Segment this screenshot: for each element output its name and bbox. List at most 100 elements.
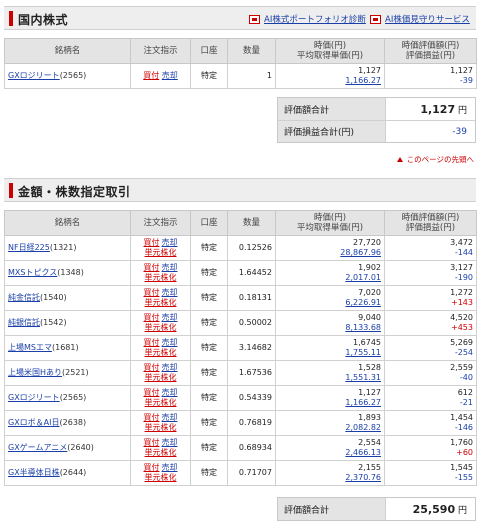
domestic-summary: 評価額合計 1,127 円 評価損益合計(円) -39 bbox=[277, 97, 476, 143]
stock-link[interactable]: 純金信託 bbox=[8, 293, 40, 302]
unit-share-link[interactable]: 単元株化 bbox=[145, 423, 177, 432]
avg-price-link[interactable]: 1,755.11 bbox=[279, 348, 381, 358]
sell-link[interactable]: 売却 bbox=[162, 238, 178, 247]
total-value: 1,127 bbox=[420, 102, 456, 116]
table-row: 純金信託(1540) 買付 売却 単元株化 特定 0.18131 7,020 6,226.91… bbox=[4, 285, 477, 311]
buy-link[interactable]: 買付 bbox=[144, 238, 160, 247]
sell-link[interactable]: 売却 bbox=[162, 388, 178, 397]
ai-watch-link[interactable]: AI株価見守りサービス bbox=[370, 13, 470, 25]
stock-name-cell: 上場米国Hあり(2521) bbox=[4, 360, 131, 386]
account-cell: 特定 bbox=[190, 235, 228, 261]
unit-share-link[interactable]: 単元株化 bbox=[145, 373, 177, 382]
stock-name-cell: NF日経225(1321) bbox=[4, 235, 131, 261]
unit-share-link[interactable]: 単元株化 bbox=[145, 448, 177, 457]
buy-link[interactable]: 買付 bbox=[144, 263, 160, 272]
buy-link[interactable]: 買付 bbox=[144, 313, 160, 322]
pl-total-label: 評価損益合計(円) bbox=[278, 121, 386, 142]
avg-price-link[interactable]: 28,867.96 bbox=[279, 248, 381, 258]
avg-price-link[interactable]: 2,370.76 bbox=[279, 473, 381, 483]
stock-link[interactable]: MXSトピクス bbox=[8, 268, 57, 277]
pl-value: -144 bbox=[454, 248, 473, 257]
buy-link[interactable]: 買付 bbox=[144, 288, 160, 297]
order-cell: 買付 売却 単元株化 bbox=[130, 335, 191, 361]
account-cell: 特定 bbox=[190, 335, 228, 361]
value-cell: 1,454 -146 bbox=[384, 410, 477, 436]
value-cell: 1,545 -155 bbox=[384, 460, 477, 486]
col-account: 口座 bbox=[190, 210, 228, 236]
stock-name-cell: 純銀信託(1542) bbox=[4, 310, 131, 336]
sell-link[interactable]: 売却 bbox=[162, 288, 178, 297]
col-price-avg: 時価(円) 平均取得単価(円) bbox=[275, 38, 385, 64]
price-cell: 1,6745 1,755.11 bbox=[275, 335, 385, 361]
table-row: 純銀信託(1542) 買付 売却 単元株化 特定 0.50002 9,040 8,133.68… bbox=[4, 310, 477, 336]
buy-link[interactable]: 買付 bbox=[143, 71, 159, 80]
page-top-link[interactable]: このページの先頭へ bbox=[397, 154, 474, 165]
stock-link[interactable]: GXロジリート bbox=[8, 71, 60, 80]
unit-share-link[interactable]: 単元株化 bbox=[145, 348, 177, 357]
order-cell: 買付 売却 単元株化 bbox=[130, 310, 191, 336]
stock-link[interactable]: 上場米国Hあり bbox=[8, 368, 62, 377]
account-cell: 特定 bbox=[190, 260, 228, 286]
total-label: 評価額合計 bbox=[278, 498, 386, 520]
unit-share-link[interactable]: 単元株化 bbox=[145, 473, 177, 482]
window-icon bbox=[249, 14, 260, 24]
value-cell: 5,269 -254 bbox=[384, 335, 477, 361]
avg-price-link[interactable]: 2,466.13 bbox=[279, 448, 381, 458]
sell-link[interactable]: 売却 bbox=[162, 363, 178, 372]
sell-link[interactable]: 売却 bbox=[162, 463, 178, 472]
fund-section-header: 金額・株数指定取引 bbox=[4, 178, 476, 202]
table-row: MXSトピクス(1348) 買付 売却 単元株化 特定 1.64452 1,902 2,017… bbox=[4, 260, 477, 286]
unit-share-link[interactable]: 単元株化 bbox=[145, 398, 177, 407]
pl-value: -155 bbox=[454, 473, 473, 482]
avg-price-link[interactable]: 2,017.01 bbox=[279, 273, 381, 283]
sell-link[interactable]: 売却 bbox=[162, 338, 178, 347]
avg-price-link[interactable]: 6,226.91 bbox=[279, 298, 381, 308]
stock-link[interactable]: NF日経225 bbox=[8, 243, 50, 252]
price-cell: 1,528 1,551.31 bbox=[275, 360, 385, 386]
buy-link[interactable]: 買付 bbox=[144, 363, 160, 372]
avg-price-link[interactable]: 1,166.27 bbox=[279, 76, 381, 86]
col-order: 注文指示 bbox=[130, 210, 191, 236]
col-account: 口座 bbox=[190, 38, 228, 64]
qty-cell: 3.14682 bbox=[227, 335, 276, 361]
pl-value: +143 bbox=[451, 298, 473, 307]
sell-link[interactable]: 売却 bbox=[162, 71, 178, 80]
unit-share-link[interactable]: 単元株化 bbox=[145, 273, 177, 282]
buy-link[interactable]: 買付 bbox=[144, 438, 160, 447]
sell-link[interactable]: 売却 bbox=[162, 413, 178, 422]
order-cell: 買付 売却 単元株化 bbox=[130, 435, 191, 461]
unit-share-link[interactable]: 単元株化 bbox=[145, 298, 177, 307]
buy-link[interactable]: 買付 bbox=[144, 388, 160, 397]
fund-holdings-table: 銘柄名 注文指示 口座 数量 時価(円) 平均取得単価(円) 時価評価額(円) 評価… bbox=[4, 210, 477, 486]
stock-name-cell: GXロジリート(2565) bbox=[4, 63, 131, 89]
value-cell: 1,760 +60 bbox=[384, 435, 477, 461]
sell-link[interactable]: 売却 bbox=[162, 438, 178, 447]
unit-share-link[interactable]: 単元株化 bbox=[145, 248, 177, 257]
avg-price-link[interactable]: 8,133.68 bbox=[279, 323, 381, 333]
buy-link[interactable]: 買付 bbox=[144, 338, 160, 347]
stock-link[interactable]: GXロボ＆AI日 bbox=[8, 418, 60, 427]
avg-price-link[interactable]: 2,082.82 bbox=[279, 423, 381, 433]
buy-link[interactable]: 買付 bbox=[144, 413, 160, 422]
pl-value: -21 bbox=[459, 398, 473, 407]
price-cell: 1,902 2,017.01 bbox=[275, 260, 385, 286]
stock-link[interactable]: 上場MSエマ bbox=[8, 343, 52, 352]
sell-link[interactable]: 売却 bbox=[162, 313, 178, 322]
unit-share-link[interactable]: 単元株化 bbox=[145, 323, 177, 332]
stock-link[interactable]: GXロジリート bbox=[8, 393, 60, 402]
sell-link[interactable]: 売却 bbox=[162, 263, 178, 272]
section-marker bbox=[9, 11, 13, 26]
total-label: 評価額合計 bbox=[278, 98, 386, 120]
avg-price-link[interactable]: 1,166.27 bbox=[279, 398, 381, 408]
stock-link[interactable]: GX半導体日株 bbox=[8, 468, 60, 477]
order-cell: 買付 売却 単元株化 bbox=[130, 235, 191, 261]
buy-link[interactable]: 買付 bbox=[144, 463, 160, 472]
pl-value: -146 bbox=[454, 423, 473, 432]
value-cell: 3,472 -144 bbox=[384, 235, 477, 261]
pl-total-value: -39 bbox=[452, 126, 467, 137]
qty-cell: 0.12526 bbox=[227, 235, 276, 261]
stock-link[interactable]: GXゲームアニメ bbox=[8, 443, 67, 452]
avg-price-link[interactable]: 1,551.31 bbox=[279, 373, 381, 383]
stock-link[interactable]: 純銀信託 bbox=[8, 318, 40, 327]
ai-portfolio-link[interactable]: AI株式ポートフォリオ診断 bbox=[249, 13, 366, 25]
